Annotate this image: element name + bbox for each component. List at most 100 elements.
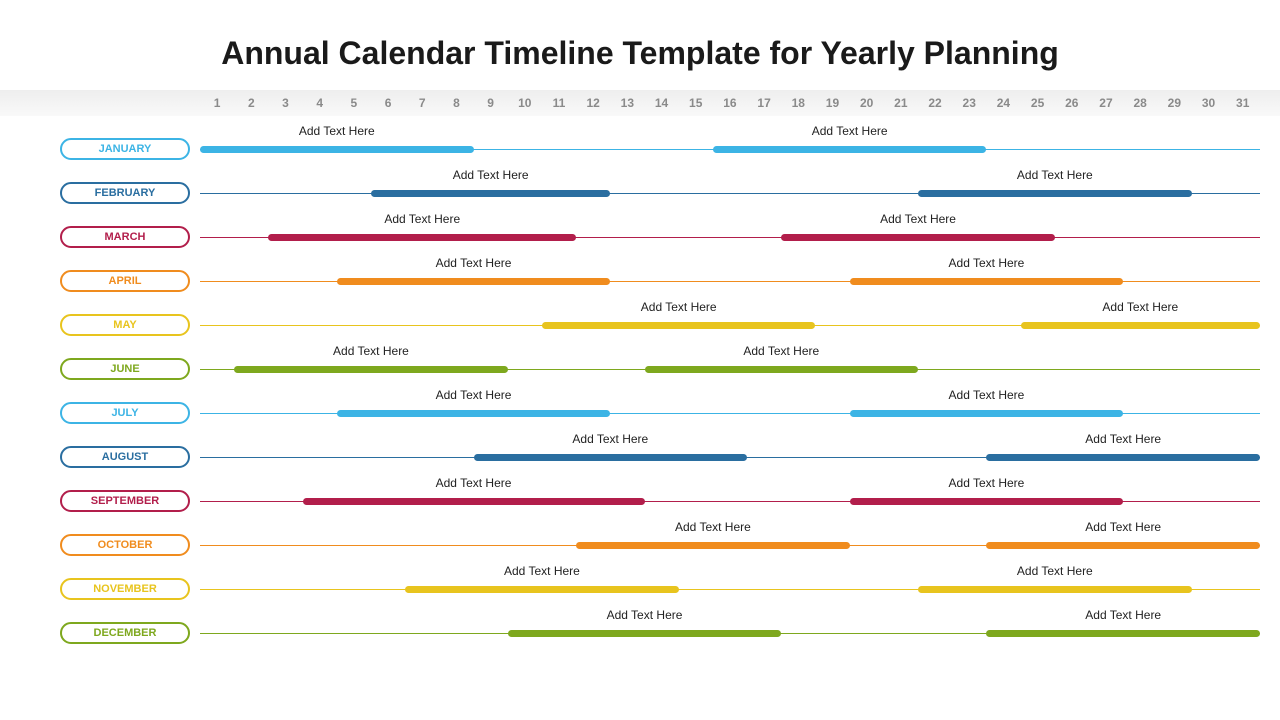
day-number: 5 bbox=[337, 90, 371, 116]
bar-label: Add Text Here bbox=[436, 388, 512, 402]
month-track: Add Text HereAdd Text Here bbox=[200, 589, 1260, 590]
day-number: 27 bbox=[1089, 90, 1123, 116]
day-number: 22 bbox=[918, 90, 952, 116]
month-row: DECEMBER Add Text Here Add Text Here bbox=[0, 606, 1280, 650]
month-track: Add Text HereAdd Text Here bbox=[200, 193, 1260, 194]
month-label: JUNE bbox=[60, 358, 190, 380]
bar-label: Add Text Here bbox=[880, 212, 956, 226]
day-number: 16 bbox=[713, 90, 747, 116]
month-label: OCTOBER bbox=[60, 534, 190, 556]
day-number: 23 bbox=[952, 90, 986, 116]
month-label: JANUARY bbox=[60, 138, 190, 160]
timeline-bar: Add Text Here bbox=[337, 278, 611, 285]
bar-label: Add Text Here bbox=[333, 344, 409, 358]
month-label: AUGUST bbox=[60, 446, 190, 468]
bar-label: Add Text Here bbox=[949, 256, 1025, 270]
bar-label: Add Text Here bbox=[675, 520, 751, 534]
month-label: MARCH bbox=[60, 226, 190, 248]
timeline-bar: Add Text Here bbox=[850, 498, 1124, 505]
day-number: 15 bbox=[679, 90, 713, 116]
bar-label: Add Text Here bbox=[572, 432, 648, 446]
month-label: SEPTEMBER bbox=[60, 490, 190, 512]
month-row: FEBRUARY Add Text HereAdd Text Here bbox=[0, 166, 1280, 210]
month-track: Add Text Here Add Text Here bbox=[200, 281, 1260, 282]
month-label: FEBRUARY bbox=[60, 182, 190, 204]
day-number: 7 bbox=[405, 90, 439, 116]
month-row: SEPTEMBER Add Text Here Add Text Here bbox=[0, 474, 1280, 518]
month-row: OCTOBER Add Text Here Add Text Here bbox=[0, 518, 1280, 562]
day-number: 12 bbox=[576, 90, 610, 116]
month-track: Add Text Here Add Text Here bbox=[200, 413, 1260, 414]
bar-label: Add Text Here bbox=[949, 476, 1025, 490]
month-track: Add Text Here Add Text Here bbox=[200, 325, 1260, 326]
timeline-bar: Add Text Here bbox=[850, 278, 1124, 285]
bar-label: Add Text Here bbox=[436, 256, 512, 270]
bar-label: Add Text Here bbox=[1085, 432, 1161, 446]
bar-label: Add Text Here bbox=[436, 476, 512, 490]
bar-label: Add Text Here bbox=[949, 388, 1025, 402]
bar-label: Add Text Here bbox=[1085, 520, 1161, 534]
month-row: NOVEMBERAdd Text HereAdd Text Here bbox=[0, 562, 1280, 606]
month-label: JULY bbox=[60, 402, 190, 424]
timeline-bar: Add Text Here bbox=[986, 542, 1260, 549]
bar-label: Add Text Here bbox=[1085, 608, 1161, 622]
timeline-bar: Add Text Here bbox=[986, 454, 1260, 461]
month-track: Add Text Here Add Text Here bbox=[200, 501, 1260, 502]
month-label: MAY bbox=[60, 314, 190, 336]
month-label: DECEMBER bbox=[60, 622, 190, 644]
month-row: JUNE Add Text Here Add Text Here bbox=[0, 342, 1280, 386]
day-number: 21 bbox=[884, 90, 918, 116]
month-row: MARCH Add Text Here Add Text Here bbox=[0, 210, 1280, 254]
day-number: 25 bbox=[1021, 90, 1055, 116]
day-number: 1 bbox=[200, 90, 234, 116]
month-track: Add Text Here Add Text Here bbox=[200, 457, 1260, 458]
month-label: NOVEMBER bbox=[60, 578, 190, 600]
timeline-bar: Add Text Here bbox=[986, 630, 1260, 637]
timeline-bar: Add Text Here bbox=[850, 410, 1124, 417]
timeline-bar: Add Text Here bbox=[337, 410, 611, 417]
day-number: 17 bbox=[747, 90, 781, 116]
timeline-bar: Add Text Here bbox=[234, 366, 508, 373]
timeline-bar: Add Text Here bbox=[576, 542, 850, 549]
day-number: 26 bbox=[1055, 90, 1089, 116]
month-row: AUGUST Add Text Here Add Text Here bbox=[0, 430, 1280, 474]
page-title: Annual Calendar Timeline Template for Ye… bbox=[0, 0, 1280, 90]
day-number: 13 bbox=[610, 90, 644, 116]
timeline-bar: Add Text Here bbox=[405, 586, 679, 593]
day-number: 8 bbox=[439, 90, 473, 116]
day-number: 29 bbox=[1157, 90, 1191, 116]
bar-label: Add Text Here bbox=[384, 212, 460, 226]
day-number: 10 bbox=[508, 90, 542, 116]
day-number: 28 bbox=[1123, 90, 1157, 116]
month-label: APRIL bbox=[60, 270, 190, 292]
day-number: 9 bbox=[474, 90, 508, 116]
month-row: JULY Add Text Here Add Text Here bbox=[0, 386, 1280, 430]
bar-label: Add Text Here bbox=[453, 168, 529, 182]
day-number: 2 bbox=[234, 90, 268, 116]
timeline-bar: Add Text Here bbox=[508, 630, 782, 637]
month-track: Add Text Here Add Text Here bbox=[200, 369, 1260, 370]
timeline-bar: Add Text Here bbox=[1021, 322, 1260, 329]
month-track: Add Text Here Add Text Here bbox=[200, 545, 1260, 546]
timeline-bar: Add Text Here bbox=[268, 234, 576, 241]
bar-label: Add Text Here bbox=[1102, 300, 1178, 314]
timeline-bar: Add Text Here bbox=[542, 322, 816, 329]
day-number: 14 bbox=[644, 90, 678, 116]
timeline-bar: Add Text Here bbox=[200, 146, 474, 153]
bar-label: Add Text Here bbox=[607, 608, 683, 622]
day-number: 6 bbox=[371, 90, 405, 116]
bar-label: Add Text Here bbox=[743, 344, 819, 358]
month-row: MAY Add Text Here Add Text Here bbox=[0, 298, 1280, 342]
timeline-bar: Add Text Here bbox=[713, 146, 987, 153]
timeline-bar: Add Text Here bbox=[474, 454, 748, 461]
bar-label: Add Text Here bbox=[641, 300, 717, 314]
timeline-bar: Add Text Here bbox=[781, 234, 1055, 241]
timeline-bar: Add Text Here bbox=[303, 498, 645, 505]
bar-label: Add Text Here bbox=[504, 564, 580, 578]
month-track: Add Text Here Add Text Here bbox=[200, 633, 1260, 634]
month-track: Add Text Here Add Text Here bbox=[200, 237, 1260, 238]
timeline-bar: Add Text Here bbox=[645, 366, 919, 373]
day-number: 11 bbox=[542, 90, 576, 116]
month-track: Add Text Here Add Text Here bbox=[200, 149, 1260, 150]
bar-label: Add Text Here bbox=[812, 124, 888, 138]
